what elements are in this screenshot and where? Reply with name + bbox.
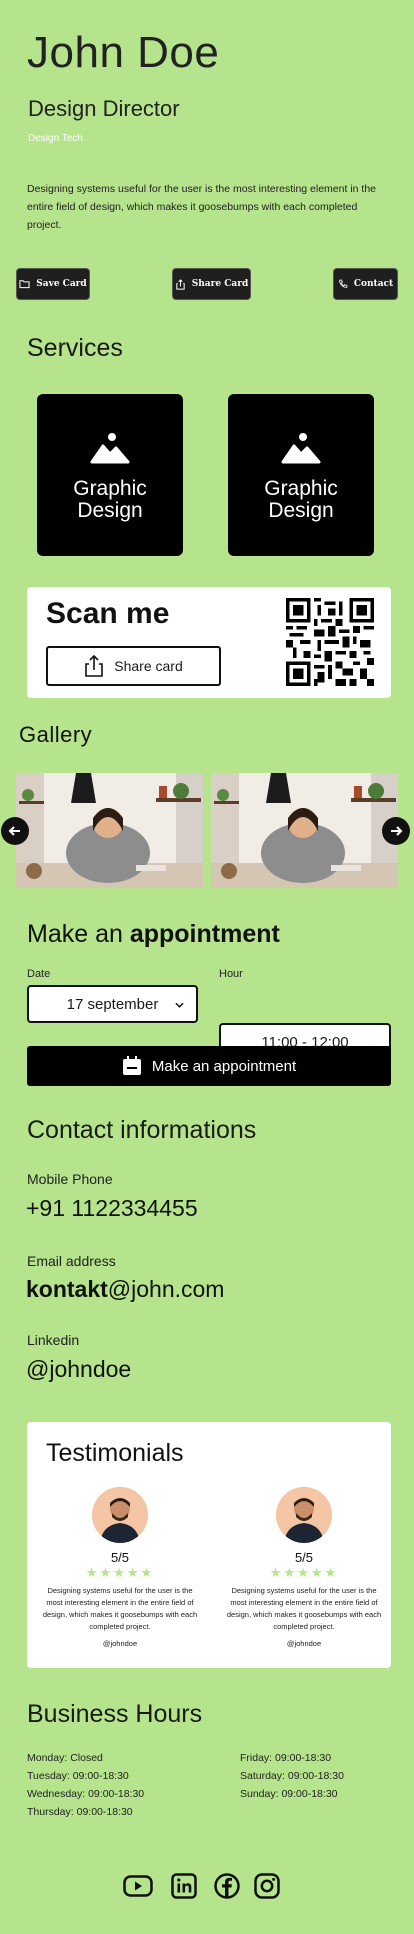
testimonial-text: Designing systems useful for the user is… (42, 1586, 198, 1631)
profile-title: Design Director (28, 96, 180, 121)
gallery-image[interactable] (16, 773, 203, 888)
arrow-left-icon (8, 826, 20, 836)
email-value-rest: @john.com (107, 1276, 225, 1302)
image-icon (90, 428, 130, 464)
profile-bio: Designing systems useful for the user is… (27, 183, 377, 231)
contact-title: Contact informations (27, 1116, 257, 1144)
hours-row: Friday: 09:00-18:30 (240, 1752, 332, 1764)
hours-row: Thursday: 09:00-18:30 (27, 1806, 133, 1818)
gallery-next-button[interactable] (382, 817, 410, 845)
service-label-line1: Graphic (73, 477, 147, 500)
share-card-text: Share card (114, 658, 183, 674)
email-label: Email address (27, 1253, 116, 1269)
testimonial-handle: @johndoe (286, 1639, 322, 1648)
facebook-icon[interactable] (213, 1872, 241, 1900)
gallery-prev-button[interactable] (1, 817, 29, 845)
email-value-bold: kontakt (26, 1276, 108, 1302)
service-label-line2: Design (77, 499, 143, 522)
contact-label: Contact (353, 279, 394, 289)
profile-company: Design Tech (28, 133, 83, 144)
phone-icon (339, 279, 348, 288)
linkedin-value[interactable]: @johndoe (26, 1356, 131, 1383)
avatar (276, 1487, 332, 1543)
hours-left-column: Monday: Closed Tuesday: 09:00-18:30 Wedn… (27, 1749, 144, 1821)
testimonials-card: Testimonials 5/5 ★★★★★ Designing systems… (27, 1422, 391, 1668)
scan-title: Scan me (46, 597, 170, 630)
services-title: Services (27, 334, 123, 362)
gallery-title: Gallery (19, 722, 93, 747)
business-hours-title: Business Hours (27, 1700, 203, 1728)
hours-row: Tuesday: 09:00-18:30 (27, 1770, 129, 1782)
share-card-button[interactable]: Share Card (172, 268, 251, 300)
hour-label: Hour (219, 968, 243, 980)
appointment-title-light: Make an (27, 920, 123, 948)
service-card[interactable]: Graphic Design (228, 394, 374, 556)
calendar-icon (122, 1056, 141, 1075)
date-label: Date (27, 968, 51, 980)
chevron-down-icon (175, 1002, 184, 1008)
profile-name: John Doe (27, 28, 220, 77)
phone-label: Mobile Phone (27, 1171, 113, 1187)
appointment-title-bold: appointment (129, 920, 280, 948)
hours-row: Sunday: 09:00-18:30 (240, 1788, 338, 1800)
date-value: 17 september (66, 995, 159, 1013)
arrow-right-icon (391, 826, 403, 836)
contact-button[interactable]: Contact (333, 268, 398, 300)
save-card-button[interactable]: Save Card (16, 268, 90, 300)
testimonial-item: 5/5 ★★★★★ Designing systems useful for t… (224, 1487, 384, 1648)
instagram-icon[interactable] (253, 1872, 281, 1900)
date-select[interactable]: 17 september (27, 985, 198, 1023)
testimonial-item: 5/5 ★★★★★ Designing systems useful for t… (40, 1487, 200, 1648)
hours-row: Saturday: 09:00-18:30 (240, 1770, 344, 1782)
star-rating-icon: ★★★★★ (269, 1565, 339, 1580)
hours-row: Wednesday: 09:00-18:30 (27, 1788, 145, 1800)
testimonial-handle: @johndoe (102, 1639, 138, 1648)
gallery-image[interactable] (211, 773, 398, 888)
linkedin-icon[interactable] (170, 1872, 198, 1900)
scan-card: Scan me Share card (27, 587, 391, 698)
testimonial-text: Designing systems useful for the user is… (226, 1586, 382, 1631)
appointment-title: Make an appointment (27, 920, 280, 949)
share-card-outline-button[interactable]: Share card (46, 646, 221, 686)
testimonials-title: Testimonials (46, 1439, 184, 1467)
testimonial-rating: 5/5 (110, 1550, 130, 1565)
share-icon (176, 278, 185, 290)
image-icon (281, 428, 321, 464)
service-label-line1: Graphic (264, 477, 338, 500)
hours-row: Monday: Closed (27, 1752, 103, 1764)
testimonial-rating: 5/5 (294, 1550, 314, 1565)
make-appointment-label: Make an appointment (151, 1057, 297, 1075)
avatar (92, 1487, 148, 1543)
save-card-label: Save Card (36, 279, 87, 289)
hours-right-column: Friday: 09:00-18:30 Saturday: 09:00-18:3… (240, 1749, 344, 1803)
service-label-line2: Design (268, 499, 334, 522)
share-card-label: Share Card (191, 279, 249, 289)
star-rating-icon: ★★★★★ (85, 1565, 155, 1580)
folder-icon (19, 280, 30, 289)
service-card[interactable]: Graphic Design (37, 394, 183, 556)
linkedin-label: Linkedin (27, 1332, 80, 1348)
phone-value[interactable]: +91 1122334455 (26, 1195, 198, 1222)
share-icon (85, 655, 104, 677)
make-appointment-button[interactable]: Make an appointment (27, 1046, 391, 1086)
qr-code[interactable] (286, 598, 374, 686)
email-value[interactable]: kontakt@john.com (26, 1276, 224, 1303)
youtube-icon[interactable] (122, 1872, 154, 1900)
